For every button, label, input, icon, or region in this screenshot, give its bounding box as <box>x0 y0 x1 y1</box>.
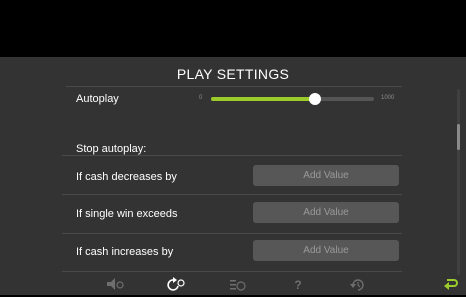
cash-decrease-add-value-button[interactable]: Add Value <box>253 165 399 186</box>
scrollbar-track[interactable] <box>457 89 460 275</box>
title-divider <box>66 86 402 87</box>
row-divider <box>62 271 402 272</box>
autoplay-settings-icon-graphic <box>167 277 185 291</box>
back-arrow-icon-graphic <box>444 279 458 290</box>
single-win-add-value-button[interactable]: Add Value <box>253 202 399 223</box>
autoplay-label: Autoplay <box>76 93 119 105</box>
cash-increase-add-value-button[interactable]: Add Value <box>253 240 399 261</box>
page-title: PLAY SETTINGS <box>176 66 290 82</box>
sound-icon[interactable] <box>103 277 127 293</box>
autoplay-slider[interactable] <box>211 93 374 105</box>
autoplay-slider-max-label: 1000 <box>381 95 395 101</box>
sound-icon-graphic <box>107 278 124 290</box>
autoplay-slider-min-label: 0 <box>199 95 203 101</box>
row-divider <box>62 194 402 195</box>
back-arrow-icon[interactable] <box>443 276 459 292</box>
autoplay-slider-fill <box>211 97 316 101</box>
cash-decrease-label: If cash decreases by <box>76 171 177 183</box>
paytable-icon-graphic <box>230 280 246 291</box>
scrollbar-thumb[interactable] <box>457 124 460 150</box>
history-icon[interactable] <box>346 277 370 293</box>
cash-increase-label: If cash increases by <box>76 246 174 258</box>
stop-autoplay-label: Stop autoplay: <box>76 143 147 155</box>
autoplay-settings-icon[interactable] <box>164 277 188 293</box>
paytable-icon[interactable] <box>226 277 250 293</box>
history-icon-graphic <box>350 279 364 291</box>
section-divider <box>62 155 402 156</box>
row-divider <box>62 233 402 234</box>
help-icon[interactable]: ? <box>288 277 308 293</box>
single-win-label: If single win exceeds <box>76 208 178 220</box>
